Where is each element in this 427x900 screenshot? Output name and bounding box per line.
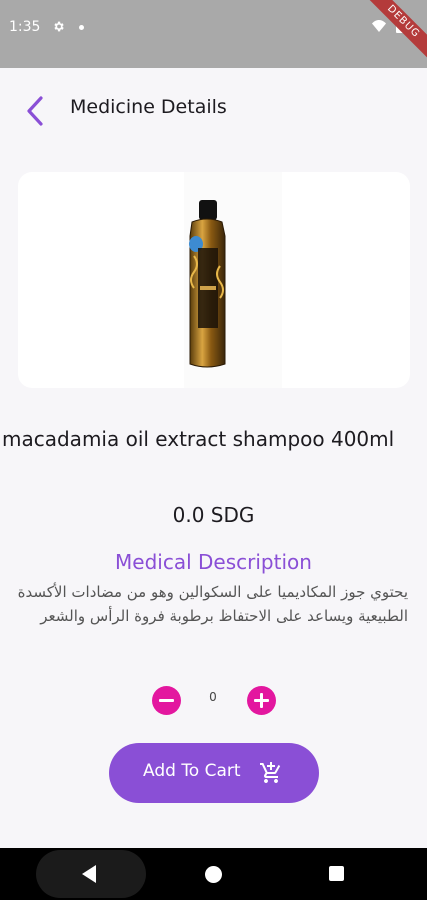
debug-banner: DEBUG bbox=[357, 0, 427, 70]
debug-banner-label: DEBUG bbox=[364, 0, 427, 61]
description-title: Medical Description bbox=[115, 550, 312, 574]
description-text: يحتوي جوز المكاديميا على السكوالين وهو م… bbox=[17, 583, 408, 625]
product-name: macadamia oil extract shampoo 400ml bbox=[2, 427, 395, 451]
add-to-cart-button[interactable]: Add To Cart bbox=[109, 743, 319, 803]
add-shopping-cart-icon bbox=[260, 762, 281, 783]
nav-recent-apps-icon[interactable] bbox=[329, 866, 344, 881]
notification-dot-icon bbox=[79, 25, 84, 30]
chevron-left-icon[interactable] bbox=[22, 94, 50, 128]
status-bar: 1:35 DEBUG bbox=[0, 0, 427, 68]
decrease-quantity-button[interactable] bbox=[152, 686, 181, 715]
quantity-value: 0 bbox=[209, 690, 217, 704]
increase-quantity-button[interactable] bbox=[247, 686, 276, 715]
add-to-cart-label: Add To Cart bbox=[143, 761, 241, 781]
status-time: 1:35 bbox=[9, 19, 41, 35]
settings-gear-icon bbox=[54, 21, 64, 32]
page-title: Medicine Details bbox=[70, 96, 227, 118]
nav-back-icon[interactable] bbox=[80, 864, 98, 884]
product-price: 0.0 SDG bbox=[172, 503, 255, 527]
product-bottle-image bbox=[189, 200, 226, 368]
system-navigation-bar bbox=[0, 848, 427, 900]
nav-home-icon[interactable] bbox=[205, 866, 222, 883]
